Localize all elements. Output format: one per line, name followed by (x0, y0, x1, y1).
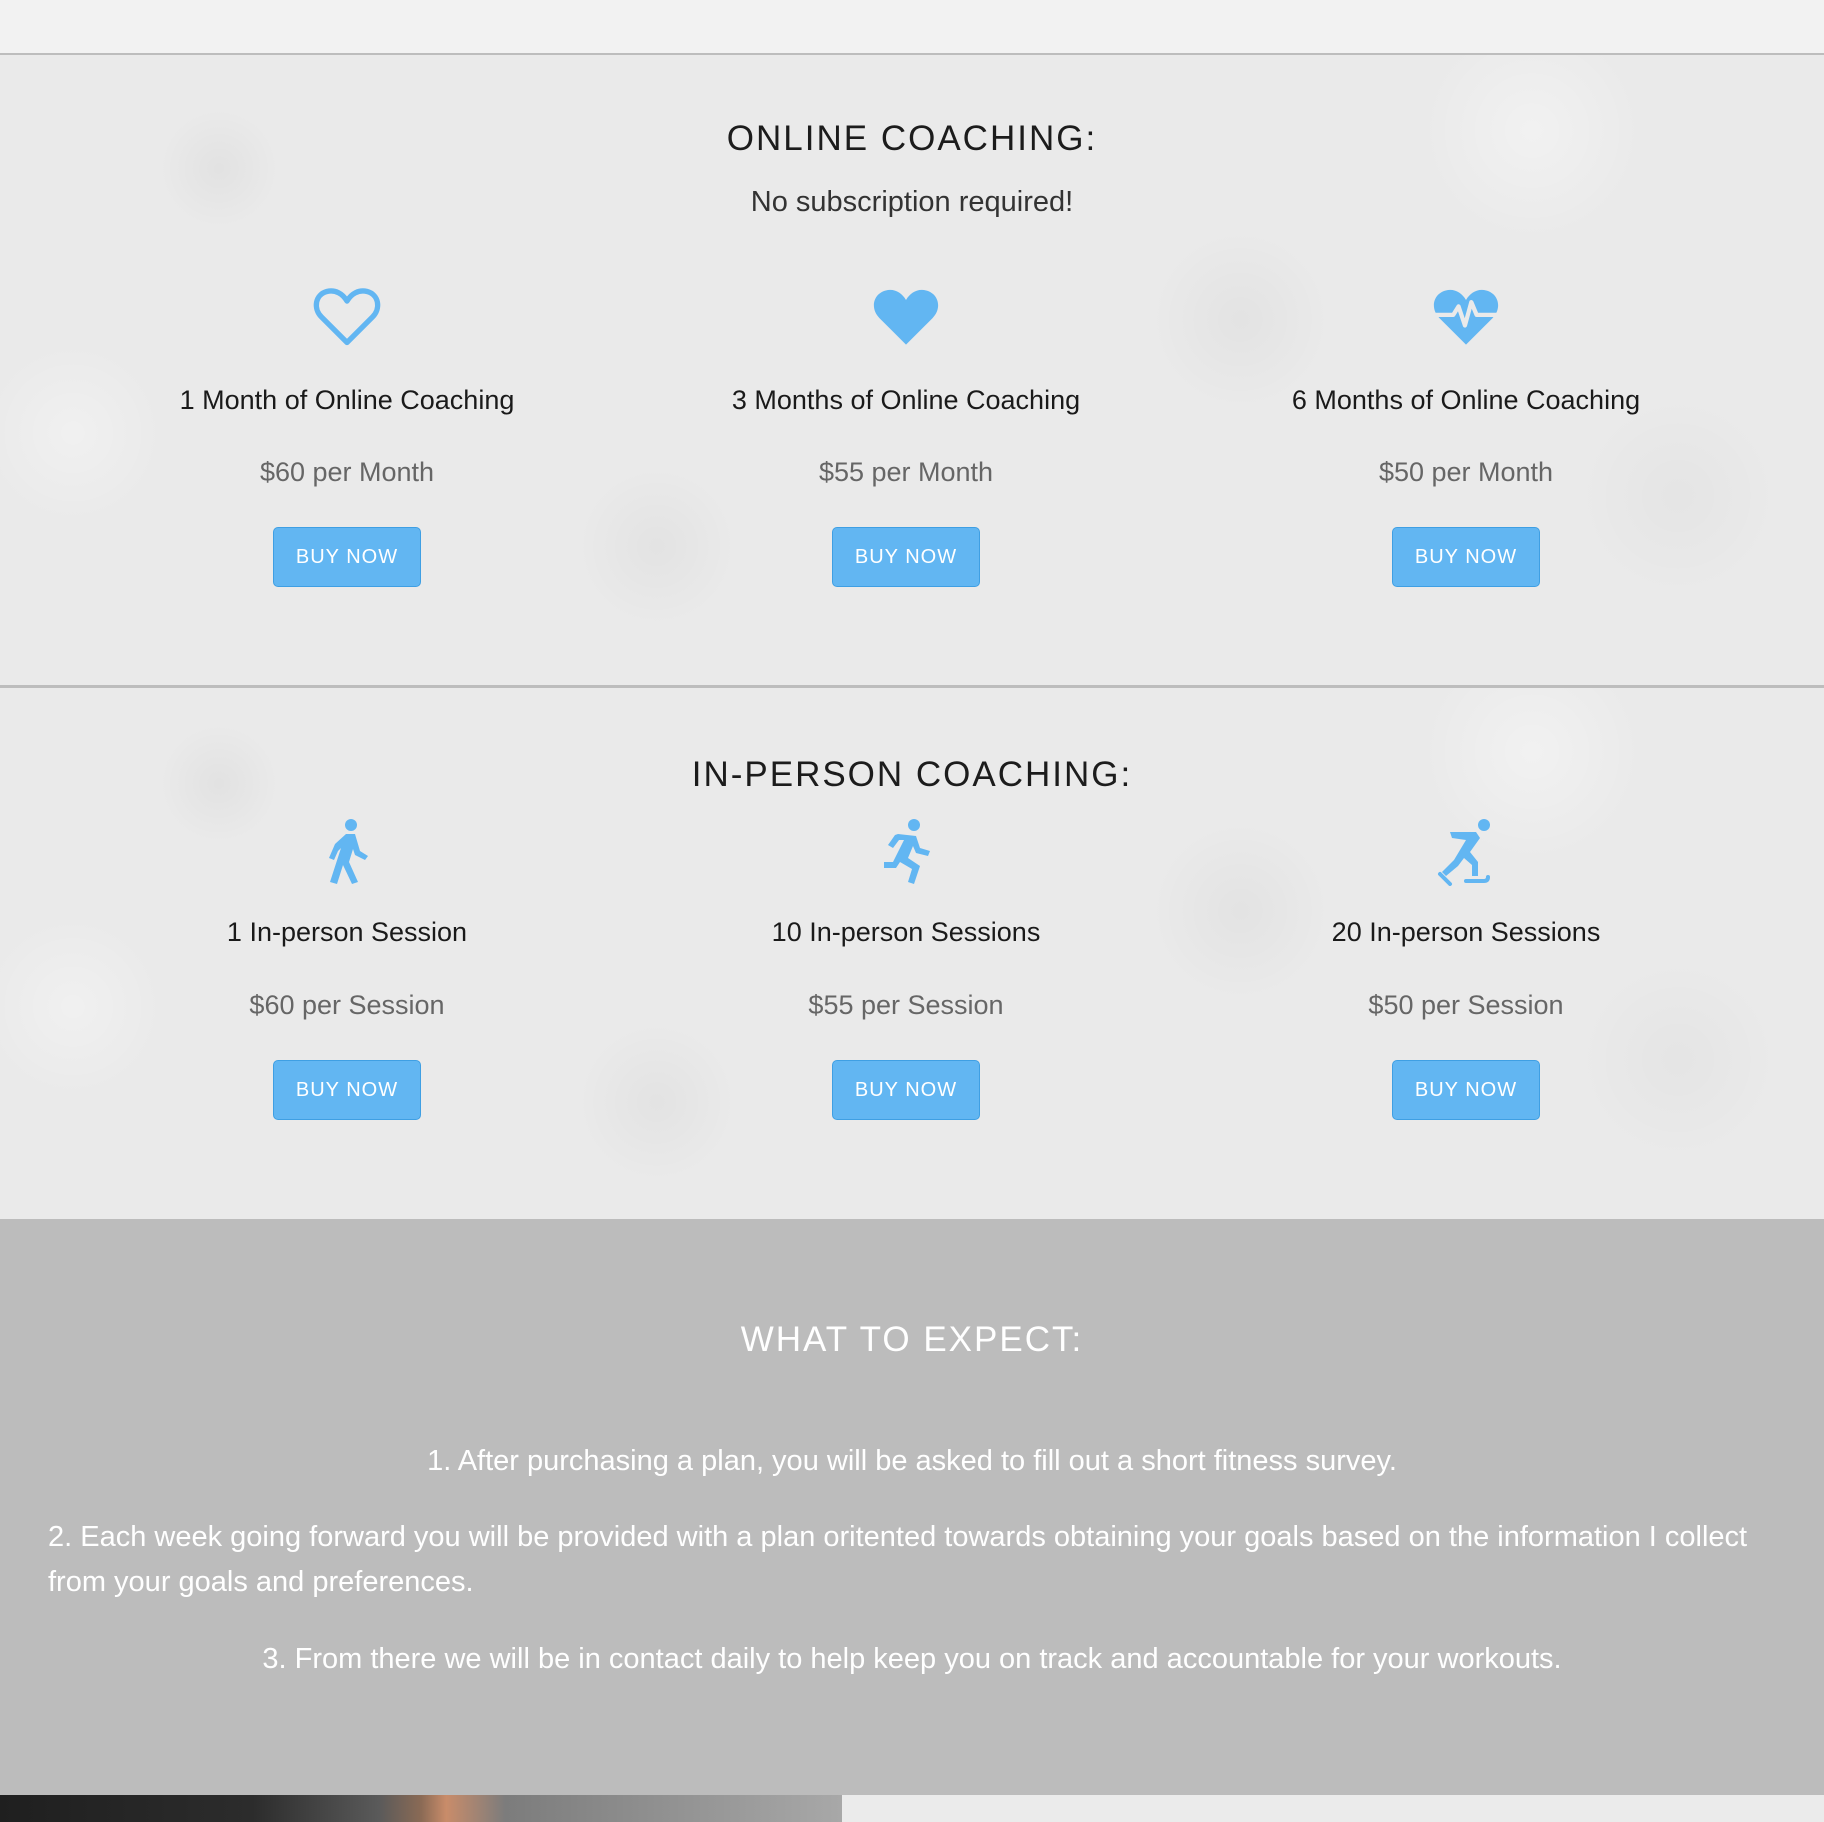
buy-now-button[interactable]: BUY NOW (273, 1060, 421, 1120)
heartbeat-icon (1166, 285, 1766, 349)
plan-name: 1 In-person Session (226, 917, 468, 947)
plan-price: $50 per Month (1378, 457, 1554, 487)
online-coaching-title: ONLINE COACHING: (726, 119, 1098, 158)
expect-step-2: 2. Each week going forward you will be p… (48, 1521, 1748, 1598)
inperson-coaching-section: IN-PERSON COACHING: 1 In-person Session … (0, 688, 1824, 1219)
expect-step-1: 1. After purchasing a plan, you will be … (427, 1445, 1397, 1477)
trainer-photo (0, 1795, 842, 1822)
bottom-strip (0, 1795, 1824, 1822)
skating-icon (1166, 818, 1766, 886)
plan-name: 10 In-person Sessions (771, 917, 1041, 947)
buy-now-button[interactable]: BUY NOW (273, 527, 421, 587)
running-icon (606, 818, 1206, 886)
plan-price: $50 per Session (1368, 990, 1564, 1020)
online-coaching-section: ONLINE COACHING: No subscription require… (0, 55, 1824, 685)
inperson-coaching-title: IN-PERSON COACHING: (691, 755, 1133, 794)
online-coaching-subtitle: No subscription required! (750, 186, 1074, 218)
plan-name: 6 Months of Online Coaching (1291, 385, 1641, 415)
what-to-expect-title: WHAT TO EXPECT: (740, 1320, 1084, 1359)
plan-price: $55 per Month (818, 457, 994, 487)
buy-now-button[interactable]: BUY NOW (1392, 527, 1540, 587)
walking-icon (47, 818, 647, 886)
plan-name: 20 In-person Sessions (1331, 917, 1601, 947)
plan-price: $60 per Session (249, 990, 445, 1020)
what-to-expect-section (0, 1219, 1824, 1795)
buy-now-button[interactable]: BUY NOW (832, 1060, 980, 1120)
plan-name: 3 Months of Online Coaching (731, 385, 1081, 415)
buy-now-button[interactable]: BUY NOW (832, 527, 980, 587)
expect-step-3: 3. From there we will be in contact dail… (262, 1643, 1562, 1675)
heart-outline-icon (47, 285, 647, 349)
plan-name: 1 Month of Online Coaching (179, 385, 515, 415)
top-bar (0, 0, 1824, 55)
heart-filled-icon (606, 285, 1206, 349)
plan-price: $60 per Month (259, 457, 435, 487)
plan-price: $55 per Session (808, 990, 1004, 1020)
buy-now-button[interactable]: BUY NOW (1392, 1060, 1540, 1120)
